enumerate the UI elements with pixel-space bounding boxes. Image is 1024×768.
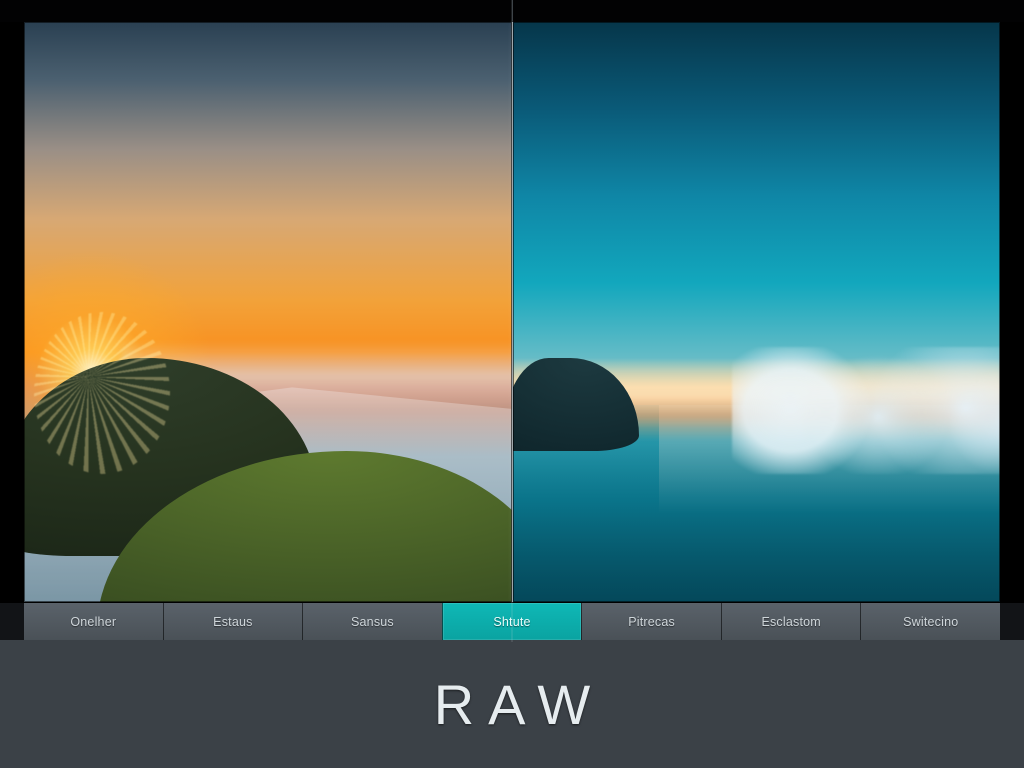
footer-bar: RAW [0,640,1024,768]
tab-switecino[interactable]: Switecino [860,603,1000,640]
before-image [24,22,512,602]
topbar-left [0,0,512,22]
app-frame: Onelher Estaus Sansus Shtute Pitrecas Es… [0,0,1024,768]
tab-onelher[interactable]: Onelher [24,603,163,640]
tab-sansus[interactable]: Sansus [302,603,442,640]
tab-esclastom[interactable]: Esclastom [721,603,861,640]
sun-rays-icon [34,312,171,474]
cloud-bank [732,347,1000,475]
tab-estaus[interactable]: Estaus [163,603,303,640]
compare-preview [0,22,1024,602]
tab-pitrecas[interactable]: Pitrecas [581,603,721,640]
format-title: RAW [434,672,605,737]
preview-pane-before[interactable] [24,22,512,602]
after-image [513,22,1001,602]
topbar-right [513,0,1024,22]
preview-pane-after[interactable] [513,22,1001,602]
